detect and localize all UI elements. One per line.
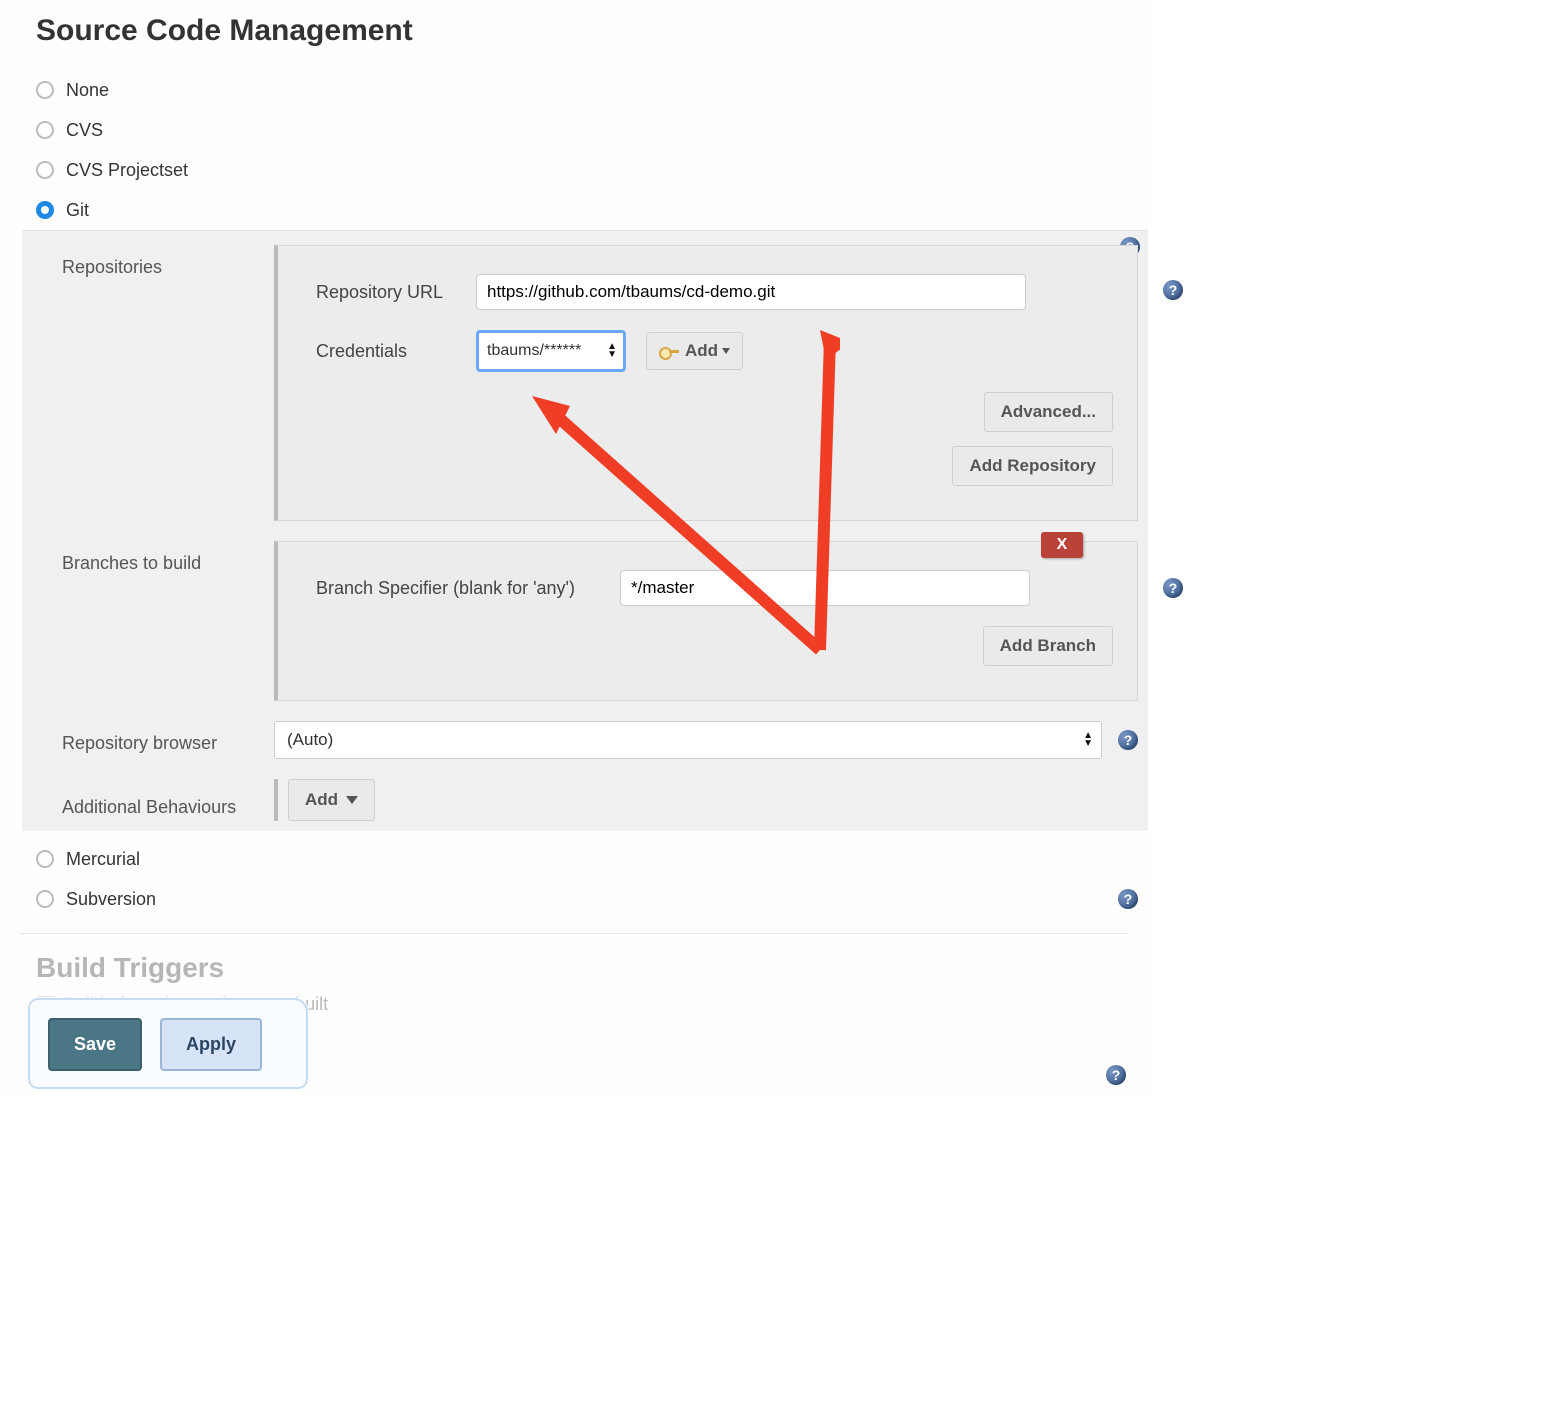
updown-icon: ▲▼ xyxy=(1083,732,1093,748)
repo-url-label: Repository URL xyxy=(316,282,456,303)
help-icon[interactable]: ? xyxy=(1118,889,1138,909)
scm-option-label: CVS Projectset xyxy=(66,160,188,181)
radio-icon xyxy=(36,161,54,179)
radio-icon-checked xyxy=(36,201,54,219)
scm-radio-group-2: Mercurial Subversion ? xyxy=(0,831,1148,919)
repository-panel: ? Repository URL Credentials tbaums/****… xyxy=(274,245,1138,521)
repo-buttons: Advanced... Add Repository xyxy=(316,392,1113,500)
radio-icon xyxy=(36,121,54,139)
scm-option-label: Mercurial xyxy=(66,849,140,870)
help-icon[interactable]: ? xyxy=(1163,578,1183,598)
git-inner: Repositories ? Repository URL Credential… xyxy=(62,245,1138,821)
branch-spec-row: Branch Specifier (blank for 'any') xyxy=(316,570,1113,606)
additional-behaviours-row: Add xyxy=(274,779,1138,821)
addbeh-border: Add xyxy=(274,779,375,821)
add-branch-button[interactable]: Add Branch xyxy=(983,626,1113,666)
save-apply-bar: Save Apply xyxy=(28,998,308,1089)
help-icon[interactable]: ? xyxy=(1118,730,1138,750)
repo-browser-row: (Auto) ▲▼ ? xyxy=(274,721,1138,759)
branches-buttons: Add Branch xyxy=(316,626,1113,680)
help-icon[interactable]: ? xyxy=(1163,280,1183,300)
branches-panel: X ? Branch Specifier (blank for 'any') A… xyxy=(274,541,1138,701)
advanced-button[interactable]: Advanced... xyxy=(984,392,1113,432)
scm-option-none[interactable]: None xyxy=(36,70,1148,110)
add-credentials-button[interactable]: Add xyxy=(646,332,743,370)
branches-label: Branches to build xyxy=(62,541,262,574)
radio-icon xyxy=(36,890,54,908)
scm-option-cvs-projectset[interactable]: CVS Projectset xyxy=(36,150,1148,190)
delete-branch-button[interactable]: X xyxy=(1041,532,1083,558)
scm-option-cvs[interactable]: CVS xyxy=(36,110,1148,150)
credentials-select[interactable]: tbaums/****** ▲▼ xyxy=(476,330,626,372)
repo-url-input[interactable] xyxy=(476,274,1026,310)
credentials-label: Credentials xyxy=(316,341,456,362)
build-triggers-title: Build Triggers xyxy=(0,934,1148,984)
additional-behaviours-label: Additional Behaviours xyxy=(62,779,262,818)
scm-option-label: Subversion xyxy=(66,889,156,910)
config-page: Source Code Management None CVS CVS Proj… xyxy=(0,0,1148,1095)
help-icon[interactable]: ? xyxy=(1106,1065,1126,1085)
branch-specifier-label: Branch Specifier (blank for 'any') xyxy=(316,578,600,599)
scm-radio-group: None CVS CVS Projectset Git xyxy=(0,56,1148,230)
credentials-value: tbaums/****** xyxy=(487,342,581,360)
credentials-row: Credentials tbaums/****** ▲▼ Add xyxy=(316,330,1113,372)
add-credentials-label: Add xyxy=(685,341,718,361)
chevron-down-icon xyxy=(722,348,730,354)
add-behaviour-label: Add xyxy=(305,790,338,810)
radio-icon xyxy=(36,81,54,99)
add-behaviour-button[interactable]: Add xyxy=(288,779,375,821)
scm-option-label: CVS xyxy=(66,120,103,141)
save-button[interactable]: Save xyxy=(48,1018,142,1071)
chevron-down-icon xyxy=(346,796,358,804)
radio-icon xyxy=(36,850,54,868)
repo-url-row: Repository URL xyxy=(316,274,1113,310)
scm-option-label: Git xyxy=(66,200,89,221)
apply-button[interactable]: Apply xyxy=(160,1018,262,1071)
repositories-label: Repositories xyxy=(62,245,262,278)
scm-option-mercurial[interactable]: Mercurial xyxy=(36,839,1148,879)
scm-option-subversion[interactable]: Subversion ? xyxy=(36,879,1148,919)
scm-option-label: None xyxy=(66,80,109,101)
repo-browser-select[interactable]: (Auto) ▲▼ xyxy=(274,721,1102,759)
git-config-block: ? Repositories ? Repository URL Credenti… xyxy=(22,230,1148,831)
branch-specifier-input[interactable] xyxy=(620,570,1030,606)
updown-icon: ▲▼ xyxy=(607,343,617,359)
add-repository-button[interactable]: Add Repository xyxy=(952,446,1113,486)
scm-option-git[interactable]: Git xyxy=(36,190,1148,230)
repo-browser-label: Repository browser xyxy=(62,721,262,754)
key-icon xyxy=(659,346,677,356)
repo-browser-value: (Auto) xyxy=(287,730,333,750)
section-title: Source Code Management xyxy=(0,0,1148,56)
